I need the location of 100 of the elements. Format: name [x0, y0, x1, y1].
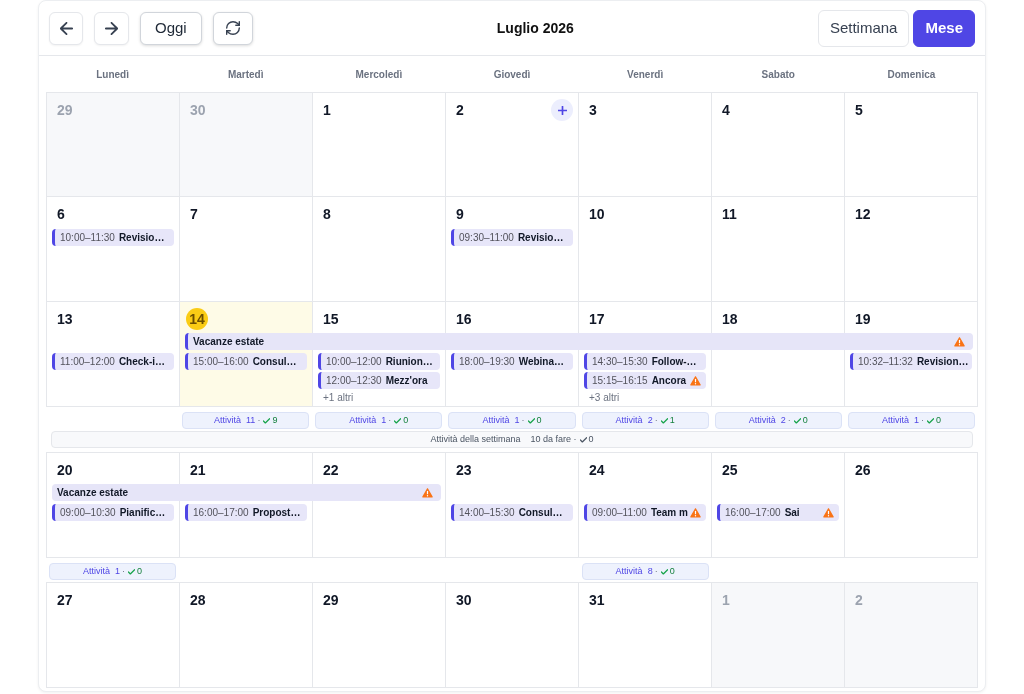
event-chip[interactable]: 09:00–10:30 Pianific…: [52, 504, 174, 521]
day-cell[interactable]: 4: [712, 93, 845, 197]
weekday-label: Mercoledì: [354, 67, 404, 82]
day-number: 20: [56, 460, 74, 480]
day-number: 11: [721, 204, 738, 224]
activity-button[interactable]: Attività 1 · 0: [847, 412, 975, 429]
day-cell[interactable]: 25 16:00–17:00 Sai: [712, 453, 845, 558]
day-number: 27: [56, 590, 74, 610]
add-event-button[interactable]: [551, 99, 573, 121]
day-number: 30: [189, 100, 207, 120]
day-number: 25: [721, 460, 739, 480]
day-number: 23: [455, 460, 473, 480]
event-chip[interactable]: 10:00–11:30 Revisio…: [52, 229, 174, 246]
day-cell[interactable]: 7: [180, 197, 313, 302]
day-cell[interactable]: 11: [712, 197, 845, 302]
check-icon: [394, 417, 402, 424]
day-number: 7: [189, 204, 199, 224]
multi-day-event[interactable]: Vacanze estate: [52, 484, 441, 501]
day-cell[interactable]: 8: [313, 197, 446, 302]
day-number: 8: [322, 204, 332, 224]
weekday-label: Sabato: [760, 67, 796, 82]
day-number: 21: [189, 460, 207, 480]
event-chip[interactable]: 16:00–17:00 Propost…: [185, 504, 307, 521]
day-cell[interactable]: 3: [579, 93, 712, 197]
day-number: 9: [455, 204, 465, 224]
day-number: 19: [854, 309, 872, 329]
day-cell[interactable]: 29: [313, 583, 446, 688]
event-chip[interactable]: 14:30–15:30 Follow-…: [584, 353, 706, 370]
event-chip[interactable]: 14:00–15:30 Consul…: [451, 504, 573, 521]
event-chip[interactable]: 12:00–12:30 Mezz'ora: [318, 372, 440, 389]
day-number: 29: [322, 590, 340, 610]
view-tab[interactable]: Settimana: [817, 9, 910, 47]
day-cell[interactable]: 10: [579, 197, 712, 302]
day-cell[interactable]: 2: [446, 93, 579, 197]
day-number: 28: [189, 590, 207, 610]
event-chip[interactable]: 09:30–11:00 Revisio…: [451, 229, 573, 246]
weekday-label: Venerdì: [626, 67, 665, 82]
more-events-link[interactable]: +1 altri: [318, 392, 354, 404]
day-number: 26: [854, 460, 872, 480]
check-icon: [926, 417, 934, 424]
day-number: 16: [455, 309, 473, 329]
day-cell[interactable]: 13 11:00–12:00 Check-i…: [47, 302, 180, 407]
activity-button[interactable]: Attività 11 · 9: [182, 412, 310, 429]
activity-button[interactable]: Attività 8 · 0: [581, 563, 709, 580]
month-title: Luglio 2026: [495, 18, 575, 38]
multi-day-event[interactable]: Vacanze estate: [185, 333, 973, 350]
day-cell[interactable]: 12: [845, 197, 978, 302]
activity-button[interactable]: Attività 1 · 0: [315, 412, 443, 429]
day-number: 24: [588, 460, 606, 480]
arrow-right-icon: [105, 21, 118, 35]
weekday-label: Martedì: [226, 67, 265, 82]
event-chip[interactable]: 16:00–17:00 Sai: [717, 504, 839, 521]
event-chip[interactable]: 15:00–16:00 Consul…: [185, 353, 307, 370]
weekday-label: Lunedì: [95, 67, 130, 82]
weekday-label: Giovedì: [492, 67, 532, 82]
day-number: 2: [455, 100, 465, 120]
activity-button[interactable]: Attività 1 · 0: [49, 563, 177, 580]
check-icon: [527, 417, 535, 424]
event-chip[interactable]: 15:15–16:15 Ancora: [584, 372, 706, 389]
day-number: 15: [322, 309, 340, 329]
view-tab[interactable]: Mese: [913, 9, 975, 47]
check-icon: [660, 417, 668, 424]
day-cell[interactable]: 23 14:00–15:30 Consul…: [446, 453, 579, 558]
day-cell[interactable]: 31: [579, 583, 712, 688]
day-cell[interactable]: 30: [446, 583, 579, 688]
today-button[interactable]: Oggi: [140, 11, 202, 45]
activity-button[interactable]: Attività 1 · 0: [448, 412, 576, 429]
day-number: 31: [588, 590, 606, 610]
day-cell[interactable]: 26: [845, 453, 978, 558]
day-number: 22: [322, 460, 340, 480]
more-events-link[interactable]: +3 altri: [584, 392, 620, 404]
plus-icon: [557, 105, 567, 115]
event-chip[interactable]: 11:00–12:00 Check-i…: [52, 353, 174, 370]
day-cell[interactable]: 9 09:30–11:00 Revisio…: [446, 197, 579, 302]
day-cell[interactable]: 27: [47, 583, 180, 688]
arrow-left-icon: [59, 21, 73, 35]
day-number: 12: [854, 204, 872, 224]
day-cell[interactable]: 28: [180, 583, 313, 688]
day-number: 5: [854, 100, 864, 120]
refresh-button[interactable]: [212, 11, 253, 45]
event-chip[interactable]: 10:32–11:32 Revision…: [850, 353, 972, 370]
day-number: 4: [721, 100, 731, 120]
event-chip[interactable]: 10:00–12:00 Riunion…: [318, 353, 440, 370]
day-number: 29: [56, 100, 74, 120]
week-activity-label: Attività della settimana: [430, 432, 521, 446]
day-number: 30: [455, 590, 473, 610]
day-number: 18: [721, 309, 739, 329]
done-count: 0: [588, 432, 594, 446]
previous-button[interactable]: [49, 11, 83, 45]
activity-button[interactable]: Attività 2 · 0: [714, 412, 842, 429]
next-button[interactable]: [94, 11, 129, 45]
day-cell[interactable]: 6 10:00–11:30 Revisio…: [47, 197, 180, 302]
event-chip[interactable]: 09:00–11:00 Team m: [584, 504, 706, 521]
event-chip[interactable]: 18:00–19:30 Webina…: [451, 353, 573, 370]
day-number: 13: [56, 309, 74, 329]
day-cell[interactable]: 5: [845, 93, 978, 197]
day-cell[interactable]: 1: [313, 93, 446, 197]
activity-button[interactable]: Attività 2 · 1: [581, 412, 709, 429]
day-number: 10: [588, 204, 606, 224]
day-cell[interactable]: 24 09:00–11:00 Team m: [579, 453, 712, 558]
